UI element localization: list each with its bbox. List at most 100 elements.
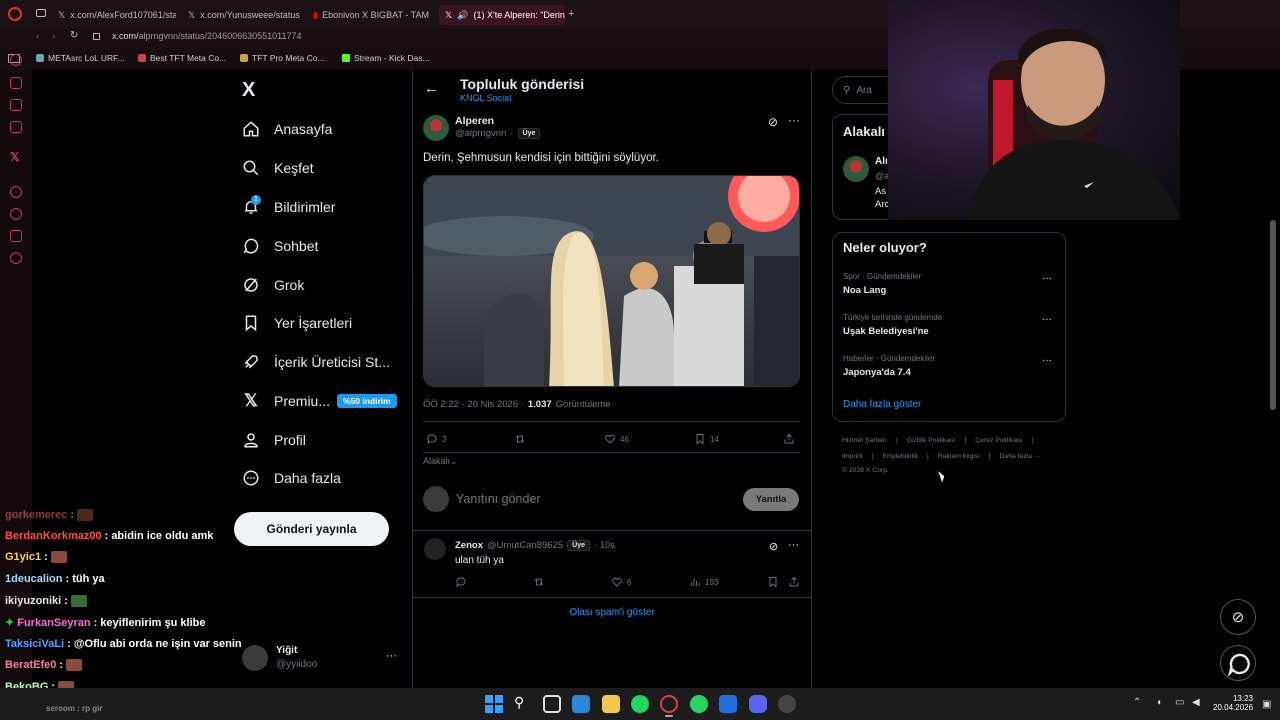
footer-link[interactable]: Gizlilik Politikası xyxy=(907,437,956,444)
reload-icon[interactable]: ↻ xyxy=(70,30,78,41)
footer-link[interactable]: Erişilebilirlik xyxy=(883,453,919,460)
tab-3[interactable]: Ebonivon X BIGBAT - TAM xyxy=(314,5,429,25)
grok-post-icon[interactable]: ⊘ xyxy=(768,115,778,129)
reply-share-action[interactable] xyxy=(788,576,800,588)
steam-icon[interactable] xyxy=(778,695,796,713)
tray-chevron-icon[interactable]: ⌃ xyxy=(1133,697,1141,708)
post-button[interactable]: Gönderi yayınla xyxy=(234,512,389,546)
history-icon[interactable] xyxy=(10,208,22,220)
start-icon[interactable] xyxy=(485,695,503,713)
settings-icon[interactable] xyxy=(10,252,22,264)
volume-icon[interactable]: ◀ xyxy=(1192,697,1200,708)
reply-avatar[interactable] xyxy=(424,538,446,560)
reply-time[interactable]: · 10s xyxy=(594,540,615,551)
author-name[interactable]: Alperen xyxy=(455,115,494,127)
opera-logo-icon[interactable] xyxy=(8,7,22,21)
nav-profile[interactable]: Profil xyxy=(242,428,306,452)
bookmark-action[interactable]: 14 xyxy=(694,433,719,445)
post-more-icon[interactable]: ··· xyxy=(788,113,800,127)
new-tab-button[interactable]: + xyxy=(568,8,574,20)
widgets-icon[interactable] xyxy=(543,695,561,713)
search-icon[interactable]: ⚲ xyxy=(514,694,524,711)
trend-more-icon[interactable]: ··· xyxy=(1042,314,1052,325)
reply-more-icon[interactable]: ··· xyxy=(788,539,799,551)
trend-name[interactable]: Noa Lang xyxy=(843,285,886,296)
nav-bookmarks[interactable]: Yer İşaretleri xyxy=(242,311,352,335)
scrollbar[interactable] xyxy=(1270,220,1276,410)
url-field[interactable]: x.com/alprngvnn/status/20460066305510117… xyxy=(112,31,302,41)
extensions-icon[interactable] xyxy=(10,230,22,242)
reply-reply-action[interactable] xyxy=(455,576,467,588)
author-handle[interactable]: @alprngvnn xyxy=(455,128,506,139)
reply-bookmark-action[interactable] xyxy=(767,576,779,588)
community-link[interactable]: KNGL Social xyxy=(460,93,511,103)
forward-icon[interactable]: › xyxy=(52,31,55,42)
mic-icon[interactable]: ◖ xyxy=(1156,697,1162,708)
grok-fab-icon[interactable]: ⊘ xyxy=(1220,599,1256,635)
trend-more-icon[interactable]: ··· xyxy=(1042,355,1052,366)
nav-premium[interactable]: 𝕏 Premiu... xyxy=(242,389,330,413)
reply-input[interactable]: Yanıtını gönder xyxy=(456,492,541,506)
footer-link[interactable]: Imprint xyxy=(842,453,863,460)
reply-button[interactable]: Yanıtla xyxy=(743,488,799,511)
reply-author[interactable]: Zenox xyxy=(455,540,483,551)
show-more-trends[interactable]: Daha fazla göster xyxy=(843,399,921,410)
footer-link[interactable]: Çerez Politikası xyxy=(975,437,1022,444)
aria-icon[interactable] xyxy=(10,54,22,66)
nav-chat[interactable]: Sohbet xyxy=(242,234,318,258)
network-icon[interactable]: ▭ xyxy=(1175,697,1184,708)
relevant-avatar[interactable] xyxy=(843,156,869,182)
relevant-name[interactable]: Alı xyxy=(875,156,888,167)
discord-icon[interactable] xyxy=(749,695,767,713)
notification-center-icon[interactable]: ▣ xyxy=(1262,699,1271,710)
bookmark-2[interactable]: Best TFT Meta Co... xyxy=(138,53,226,63)
opera-icon[interactable] xyxy=(660,695,678,713)
chat-app-icon[interactable] xyxy=(10,99,22,111)
nav-explore[interactable]: Keşfet xyxy=(242,156,314,180)
like-action[interactable]: 46 xyxy=(604,433,629,445)
repost-action[interactable] xyxy=(514,433,526,445)
sort-dropdown[interactable]: Alakalı⌄ xyxy=(423,456,458,467)
post-timestamp[interactable]: ÖÖ 2:22 · 20 Nis 2026 · xyxy=(423,399,524,410)
nav-more[interactable]: Daha fazla xyxy=(242,466,341,490)
trend-name[interactable]: Japonya'da 7.4 xyxy=(843,367,911,378)
trend-more-icon[interactable]: ··· xyxy=(1042,273,1052,284)
account-more-icon[interactable]: ··· xyxy=(386,650,397,662)
nav-grok[interactable]: Grok xyxy=(242,273,304,297)
mail-icon[interactable] xyxy=(572,695,590,713)
tab-2[interactable]: 𝕏x.com/Yunusweee/status/ xyxy=(188,5,300,25)
reply-views-action[interactable]: 193 xyxy=(689,576,718,588)
avatar[interactable] xyxy=(242,645,268,671)
footer-link[interactable]: Daha fazla ··· xyxy=(1000,453,1041,460)
trend-name[interactable]: Uşak Belediyesi'ne xyxy=(843,326,929,337)
author-avatar[interactable] xyxy=(423,115,449,141)
bookmark-1[interactable]: METAsrc LoL URF... xyxy=(36,53,125,63)
clock[interactable]: 13:23 20.04.2026 xyxy=(1213,694,1253,712)
bookmark-4[interactable]: Stream - Kick Das... xyxy=(342,53,430,63)
reply-like-action[interactable]: 6 xyxy=(611,576,631,588)
file-explorer-icon[interactable] xyxy=(602,695,620,713)
nav-creator-studio[interactable]: İçerik Üreticisi St... xyxy=(242,350,390,374)
show-spam-link[interactable]: Olası spam'i göster xyxy=(413,607,811,618)
back-arrow-icon[interactable]: ← xyxy=(424,80,439,97)
footer-link[interactable]: Hizmet Şartları xyxy=(842,437,887,444)
x-logo-icon[interactable]: X xyxy=(242,79,255,102)
ig-icon[interactable] xyxy=(10,121,22,133)
footer-link[interactable]: Reklam bilgisi xyxy=(938,453,980,460)
tab-active[interactable]: 𝕏 🔊 (1) X'te Alperen: "Derin xyxy=(439,5,565,25)
app-icon[interactable] xyxy=(719,695,737,713)
back-icon[interactable]: ‹ xyxy=(36,31,39,42)
reply-action[interactable]: 3 xyxy=(426,433,446,445)
post-image[interactable] xyxy=(423,175,800,387)
bookmark-3[interactable]: TFT Pro Meta Co... xyxy=(240,53,325,63)
share-action[interactable] xyxy=(783,433,795,445)
reply-handle[interactable]: @UmutCan89625 xyxy=(487,540,563,551)
spotify-icon[interactable] xyxy=(631,695,649,713)
reply-repost-action[interactable] xyxy=(533,576,545,588)
whatsapp-icon[interactable] xyxy=(690,695,708,713)
tab-menu-icon[interactable] xyxy=(36,9,46,17)
messages-fab[interactable] xyxy=(1220,645,1256,681)
nav-home[interactable]: Anasayfa xyxy=(242,117,332,141)
reply-grok-icon[interactable]: ⊘ xyxy=(769,540,778,553)
x-app-icon[interactable]: 𝕏 xyxy=(10,150,20,164)
